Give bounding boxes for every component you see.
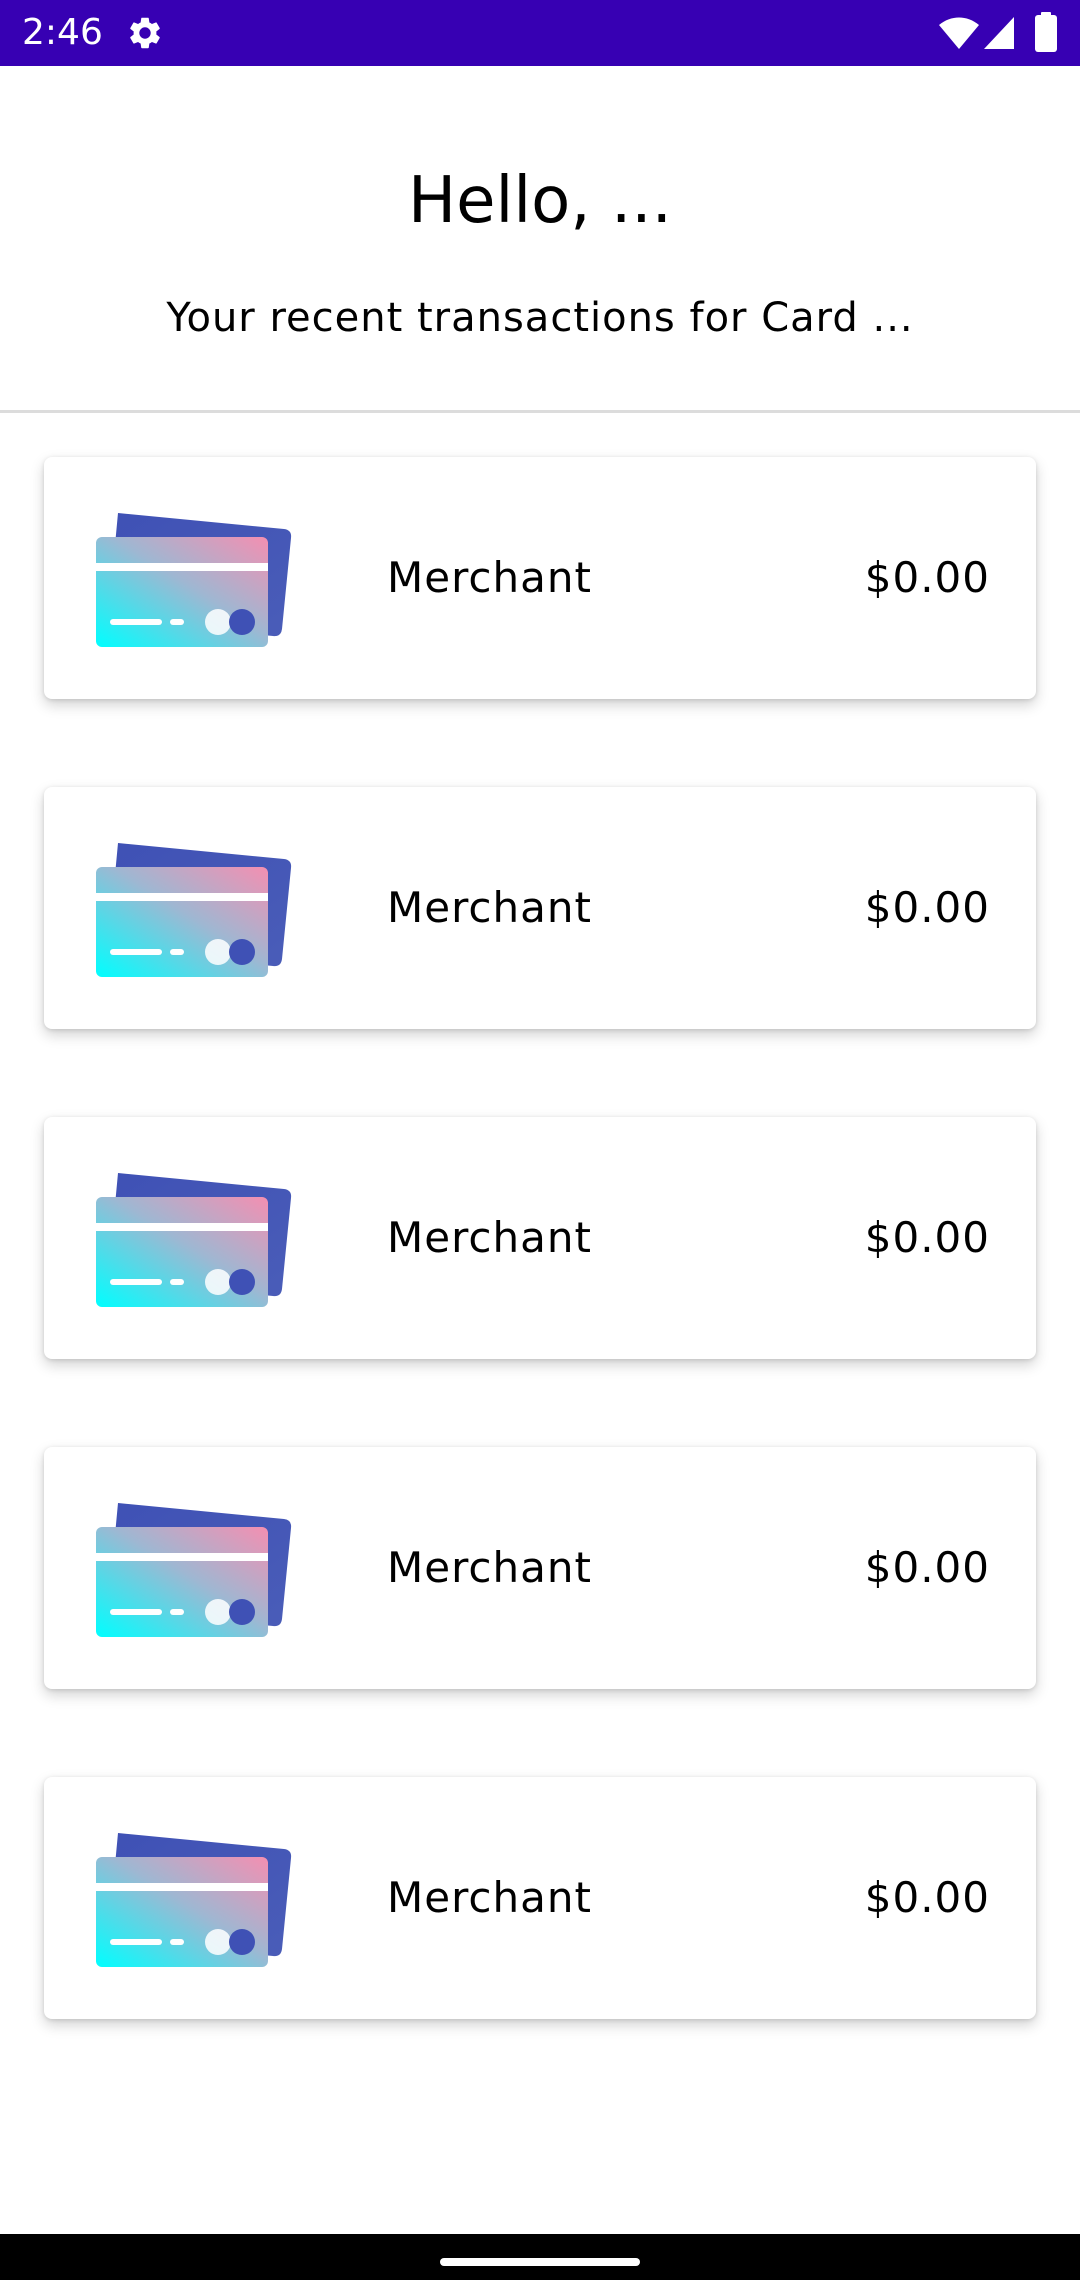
battery-icon	[1035, 12, 1057, 52]
greeting-title: Hello, ...	[408, 164, 672, 238]
transaction-amount: $0.00	[864, 1873, 990, 1922]
transaction-card[interactable]: Merchant $0.00	[44, 787, 1036, 1029]
merchant-name: Merchant	[387, 1543, 592, 1592]
merchant-name: Merchant	[387, 1213, 592, 1262]
credit-card-icon	[96, 1173, 292, 1307]
status-bar: 2:46	[0, 0, 1080, 66]
home-gesture-handle[interactable]	[440, 2258, 640, 2266]
transaction-card[interactable]: Merchant $0.00	[44, 1447, 1036, 1689]
transaction-amount: $0.00	[864, 1213, 990, 1262]
credit-card-icon	[96, 513, 292, 647]
transaction-card[interactable]: Merchant $0.00	[44, 1777, 1036, 2019]
transaction-amount: $0.00	[864, 883, 990, 932]
header-divider	[0, 410, 1080, 413]
gear-icon	[130, 17, 160, 49]
signal-icon	[984, 17, 1014, 49]
transaction-card[interactable]: Merchant $0.00	[44, 1117, 1036, 1359]
transactions-subtitle: Your recent transactions for Card ...	[166, 295, 914, 341]
credit-card-icon	[96, 1833, 292, 1967]
transaction-amount: $0.00	[864, 1543, 990, 1592]
merchant-name: Merchant	[387, 553, 592, 602]
credit-card-icon	[96, 843, 292, 977]
credit-card-icon	[96, 1503, 292, 1637]
transaction-amount: $0.00	[864, 553, 990, 602]
status-time: 2:46	[22, 12, 103, 53]
transaction-card[interactable]: Merchant $0.00	[44, 457, 1036, 699]
merchant-name: Merchant	[387, 883, 592, 932]
wifi-icon	[939, 17, 979, 49]
merchant-name: Merchant	[387, 1873, 592, 1922]
navigation-bar	[0, 2234, 1080, 2280]
